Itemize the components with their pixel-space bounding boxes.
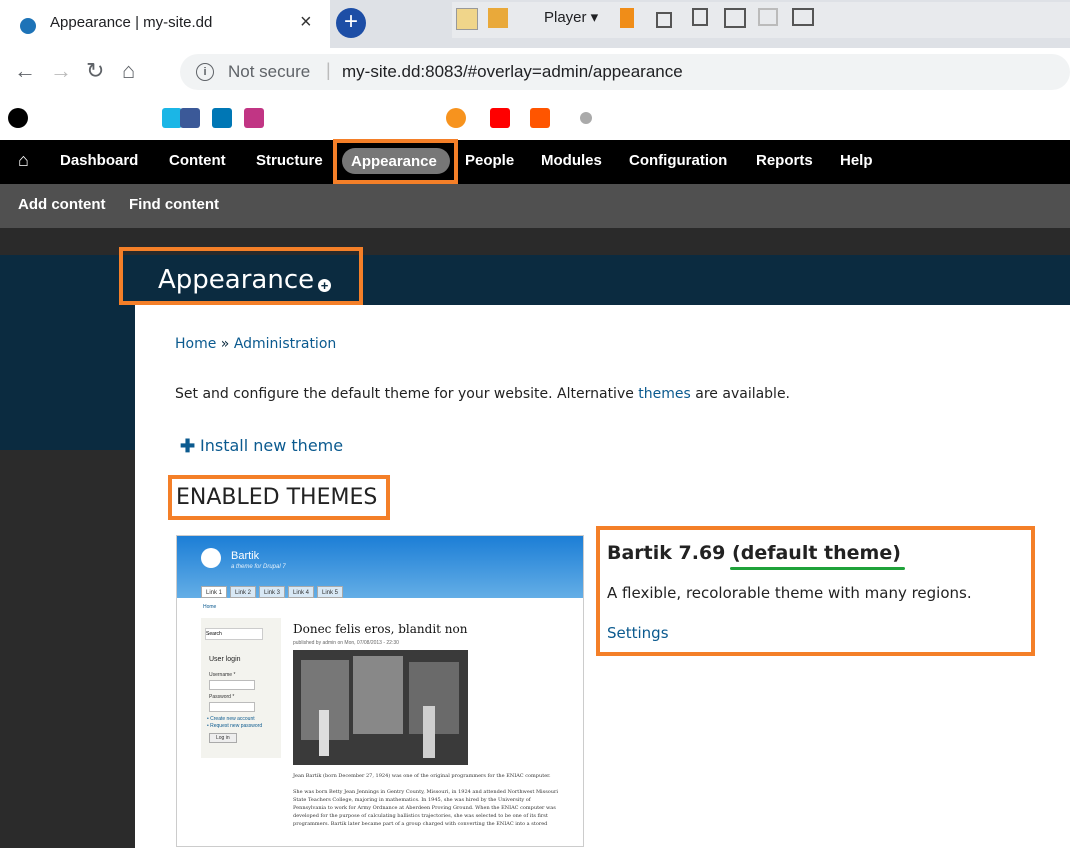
highlight-box-appearance-menu <box>333 139 458 184</box>
highlight-box-theme-info <box>596 526 1035 656</box>
youtube-icon[interactable] <box>490 108 510 128</box>
bookmark-icon[interactable] <box>162 108 182 128</box>
admin-menu-bar <box>0 140 1070 184</box>
unity-icon[interactable] <box>758 8 778 26</box>
menu-dashboard[interactable]: Dashboard <box>60 152 138 169</box>
linkedin-icon[interactable] <box>212 108 232 128</box>
breadcrumb-home-link[interactable]: Home <box>175 336 216 352</box>
highlight-box-enabled-themes <box>168 475 390 520</box>
console-icon[interactable] <box>792 8 814 26</box>
not-secure-label: Not secure <box>228 62 311 81</box>
breadcrumb-separator: » <box>216 336 234 352</box>
home-icon[interactable]: ⌂ <box>122 58 135 84</box>
theme-screenshot: Bartik a theme for Drupal 7 Link 1 Link … <box>176 535 584 847</box>
reload-icon[interactable]: ↻ <box>86 58 104 84</box>
breadcrumb-administration-link[interactable]: Administration <box>234 336 336 352</box>
tumblr-icon[interactable] <box>8 108 28 128</box>
menu-people[interactable]: People <box>465 152 514 169</box>
admin-home-icon[interactable]: ⌂ <box>18 150 29 171</box>
install-new-theme-link[interactable]: Install new theme <box>200 436 343 455</box>
preview-tab: Link 3 <box>259 586 285 598</box>
preview-user-login: User login <box>209 656 241 663</box>
intro-text: Set and configure the default theme for … <box>175 386 790 402</box>
link-icon[interactable] <box>580 112 592 124</box>
preview-slogan: a theme for Drupal 7 <box>231 564 286 570</box>
left-gutter <box>0 450 135 848</box>
blogger-icon[interactable] <box>446 108 466 128</box>
tab-title: Appearance | my-site.dd <box>50 14 213 31</box>
preview-body-2: She was born Betty Jean Jennings in Gent… <box>293 789 559 827</box>
fullscreen-icon[interactable] <box>724 8 746 28</box>
preview-username-field <box>209 680 255 690</box>
preview-body-1: Jean Bartik (born December 27, 1924) was… <box>293 773 551 779</box>
device-icon[interactable] <box>692 8 708 26</box>
drupal-favicon-icon <box>20 18 36 34</box>
vm-icon[interactable] <box>488 8 508 28</box>
url-text[interactable]: my-site.dd:8083/#overlay=admin/appearanc… <box>342 62 683 82</box>
info-icon[interactable]: i <box>196 63 214 81</box>
plus-icon: ✚ <box>180 436 196 456</box>
menu-reports[interactable]: Reports <box>756 152 813 169</box>
themes-link[interactable]: themes <box>638 386 691 402</box>
player-menu[interactable]: Player ▾ <box>544 8 598 26</box>
preview-tab: Link 1 <box>201 586 227 598</box>
preview-eniac-photo <box>293 650 468 765</box>
preview-tab: Link 5 <box>317 586 343 598</box>
soundcloud-icon[interactable] <box>530 108 550 128</box>
preview-meta: published by admin on Mon, 07/08/2013 - … <box>293 640 399 646</box>
pause-icon[interactable] <box>620 8 634 28</box>
menu-structure[interactable]: Structure <box>256 152 323 169</box>
intro-before: Set and configure the default theme for … <box>175 386 639 402</box>
preview-create-account: • Create new account <box>207 716 255 722</box>
intro-after: are available. <box>690 386 791 402</box>
back-icon[interactable]: ← <box>14 58 36 84</box>
new-tab-button[interactable]: + <box>336 8 366 38</box>
forward-icon[interactable]: → <box>50 58 72 84</box>
eniac-photo-image <box>293 650 468 765</box>
preview-tab: Link 4 <box>288 586 314 598</box>
preview-request-password: • Request new password <box>207 723 263 729</box>
pin-icon[interactable] <box>456 8 478 30</box>
close-tab-icon[interactable]: × <box>300 11 312 34</box>
highlight-box-page-title <box>119 247 363 305</box>
preview-search: Search <box>205 628 263 640</box>
menu-modules[interactable]: Modules <box>541 152 602 169</box>
preview-username-label: Username * <box>209 672 236 678</box>
preview-site-name: Bartik <box>231 550 260 562</box>
url-separator: | <box>326 60 331 80</box>
preview-password-field <box>209 702 255 712</box>
shortcut-add-content[interactable]: Add content <box>18 196 106 213</box>
breadcrumb: Home » Administration <box>175 336 336 352</box>
instagram-icon[interactable] <box>244 108 264 128</box>
network-icon[interactable] <box>656 12 672 28</box>
menu-content[interactable]: Content <box>169 152 226 169</box>
preview-tab: Link 2 <box>230 586 256 598</box>
preview-password-label: Password * <box>209 694 235 700</box>
shortcut-find-content[interactable]: Find content <box>129 196 219 213</box>
menu-help[interactable]: Help <box>840 152 873 169</box>
preview-home: Home <box>203 604 217 610</box>
preview-logo-icon <box>201 548 221 568</box>
preview-login-button: Log in <box>209 733 237 743</box>
menu-configuration[interactable]: Configuration <box>629 152 727 169</box>
facebook-icon[interactable] <box>180 108 200 128</box>
preview-article-title: Donec felis eros, blandit non <box>293 622 468 636</box>
